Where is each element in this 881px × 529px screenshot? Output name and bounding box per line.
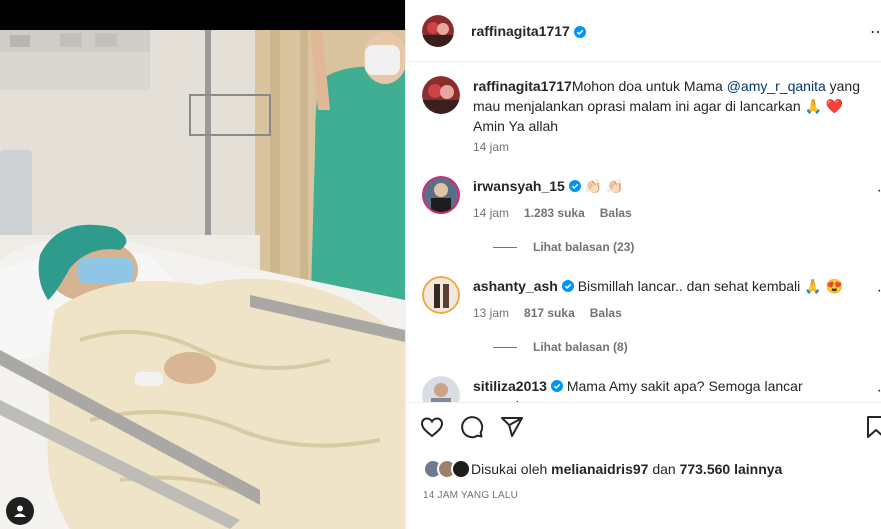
avatar[interactable]: [422, 276, 460, 314]
more-icon[interactable]: ·: [877, 382, 881, 400]
liker-avatars: [423, 459, 471, 479]
caption-time[interactable]: 14 jam: [473, 140, 509, 154]
view-replies-label: Lihat balasan (23): [533, 240, 635, 254]
avatar[interactable]: [422, 76, 460, 114]
comment-icon[interactable]: [460, 415, 484, 444]
caption-text: raffinagita1717Mohon doa untuk Mama @amy…: [473, 76, 873, 136]
caption: raffinagita1717Mohon doa untuk Mama @amy…: [422, 76, 881, 166]
comment-body: 👏🏻 👏🏻: [584, 178, 624, 194]
reply-button[interactable]: Balas: [600, 206, 632, 220]
likes-others-count[interactable]: 773.560 lainnya: [680, 461, 783, 477]
verified-icon: [550, 377, 563, 392]
caption-text-part: Mohon doa untuk Mama: [571, 78, 727, 94]
verified-icon: [573, 25, 586, 38]
view-replies-button[interactable]: Lihat balasan (8): [493, 340, 628, 354]
likes-summary[interactable]: Disukai oleh melianaidris97 dan 773.560 …: [423, 459, 782, 479]
caption-meta: 14 jam: [473, 140, 509, 154]
comment-time[interactable]: 13 jam: [473, 306, 509, 320]
liker-username[interactable]: melianaidris97: [551, 461, 648, 477]
share-icon[interactable]: [500, 415, 524, 444]
more-icon[interactable]: ·: [877, 182, 881, 200]
heart-icon[interactable]: [420, 415, 444, 444]
avatar: [451, 459, 471, 479]
avatar[interactable]: [422, 14, 454, 47]
comment-username[interactable]: irwansyah_15: [473, 178, 565, 194]
comment-username[interactable]: sitiliza2013: [473, 378, 547, 394]
post-username[interactable]: raffinagita1717: [471, 23, 570, 39]
post-timestamp[interactable]: 14 JAM YANG LALU: [423, 490, 518, 501]
view-replies-label: Lihat balasan (8): [533, 340, 628, 354]
comment-body: Bismillah lancar.. dan sehat kembali 🙏 😍: [577, 278, 843, 294]
comment-meta: 13 jam 817 suka Balas: [473, 306, 622, 320]
comment-time[interactable]: 14 jam: [473, 206, 509, 220]
comment-item: irwansyah_15 👏🏻 👏🏻 14 jam 1.283 suka Bal…: [422, 176, 881, 266]
action-icons: [420, 415, 524, 444]
comment-text: ashanty_ash Bismillah lancar.. dan sehat…: [473, 276, 873, 296]
comment-item: ashanty_ash Bismillah lancar.. dan sehat…: [422, 276, 881, 366]
post-side-panel: raffinagita1717 ⋯ raffinagita1717Mohon d…: [405, 0, 881, 529]
comment-meta: 14 jam 1.283 suka Balas: [473, 206, 632, 220]
caption-username[interactable]: raffinagita1717: [473, 78, 572, 94]
user-tag-icon[interactable]: [6, 497, 34, 525]
likes-middle: dan: [648, 461, 680, 477]
view-replies-button[interactable]: Lihat balasan (23): [493, 240, 634, 254]
avatar[interactable]: [422, 376, 460, 402]
comment-text: sitiliza2013 Mama Amy sakit apa? Semoga …: [473, 376, 873, 402]
comment-username[interactable]: ashanty_ash: [473, 278, 558, 294]
hospital-scene-image: [0, 0, 405, 529]
likes-prefix: Disukai oleh: [471, 461, 552, 477]
verified-icon: [561, 277, 574, 292]
verified-icon: [568, 177, 581, 192]
more-icon[interactable]: ⋯: [870, 22, 881, 42]
reply-button[interactable]: Balas: [590, 306, 622, 320]
post-photo[interactable]: [0, 0, 405, 529]
comment-item: sitiliza2013 Mama Amy sakit apa? Semoga …: [422, 376, 881, 402]
comment-likes[interactable]: 1.283 suka: [524, 206, 585, 220]
bookmark-icon[interactable]: [864, 415, 881, 444]
caption-mention-link[interactable]: @amy_r_qanita: [727, 78, 826, 94]
more-icon[interactable]: ·: [877, 282, 881, 300]
post-header: raffinagita1717 ⋯: [406, 0, 881, 62]
comment-likes[interactable]: 817 suka: [524, 306, 575, 320]
comment-text: irwansyah_15 👏🏻 👏🏻: [473, 176, 873, 196]
post-actions: Disukai oleh melianaidris97 dan 773.560 …: [406, 402, 881, 529]
avatar[interactable]: [422, 176, 460, 214]
comments-list[interactable]: raffinagita1717Mohon doa untuk Mama @amy…: [406, 62, 881, 402]
